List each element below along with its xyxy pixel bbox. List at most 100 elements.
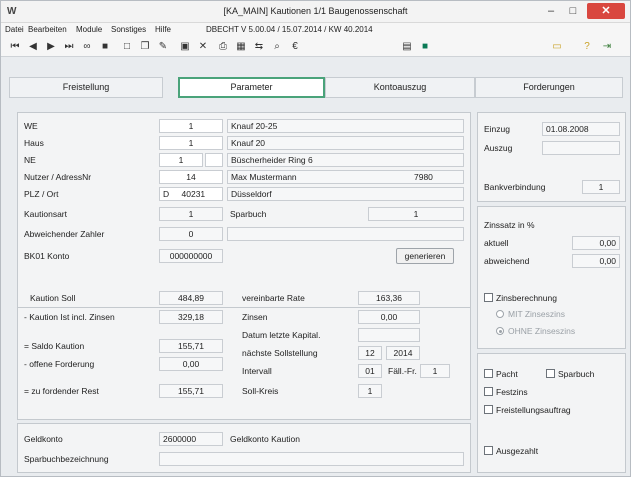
we-input[interactable]: 1 — [159, 119, 223, 133]
merge-icon[interactable]: ⇆ — [251, 39, 267, 55]
haus-input[interactable]: 1 — [159, 136, 223, 150]
offene-value: 0,00 — [159, 357, 223, 371]
abw-zahler-text — [227, 227, 464, 241]
geldkonto-text: Geldkonto Kaution — [230, 434, 300, 444]
close-button[interactable]: ✕ — [587, 3, 625, 19]
haus-label: Haus — [24, 138, 44, 148]
zinsen-value: 0,00 — [358, 310, 420, 324]
festzins-checkbox[interactable] — [484, 387, 493, 396]
delete-icon[interactable]: ✕ — [195, 39, 211, 55]
ausgezahlt-label: Ausgezahlt — [496, 446, 539, 456]
pacht-checkbox[interactable] — [484, 369, 493, 378]
abw-zahler-input[interactable]: 0 — [159, 227, 223, 241]
intervall-value[interactable]: 01 — [358, 364, 382, 378]
we-text: Knauf 20-25 — [227, 119, 464, 133]
search-icon[interactable]: ⌕ — [269, 39, 285, 55]
tab-bar: Freistellung Parameter Kontoauszug Forde… — [5, 77, 627, 99]
toolbar: ⏮ ◀ ▶ ⏭ ∞ ■ □ ❐ ✎ ▣ ✕ ⎙ ▦ ⇆ ⌕ € ▤ ■ ▭ ? … — [1, 37, 630, 57]
saldo-value: 155,71 — [159, 339, 223, 353]
ohne-zinseszins-radio[interactable] — [496, 327, 504, 335]
copy-doc-icon[interactable]: ❐ — [137, 39, 153, 55]
faell-value[interactable]: 1 — [420, 364, 450, 378]
naechste-month[interactable]: 12 — [358, 346, 382, 360]
ne-label: NE — [24, 155, 36, 165]
menu-module[interactable]: Module — [76, 25, 102, 34]
einzug-value[interactable]: 01.08.2008 — [542, 122, 620, 136]
kautionsart-input[interactable]: 1 — [159, 207, 223, 221]
soll-kreis-value[interactable]: 1 — [358, 384, 382, 398]
aktuell-label: aktuell — [484, 238, 509, 248]
zinsberechnung-checkbox[interactable] — [484, 293, 493, 302]
table-icon[interactable]: ▦ — [233, 39, 249, 55]
ne-input[interactable]: 1 — [159, 153, 203, 167]
mit-zinseszins-label: MIT Zinseszins — [508, 309, 565, 319]
abw-zahler-label: Abweichender Zahler — [24, 229, 105, 239]
geldkonto-input[interactable]: 2600000 — [159, 432, 223, 446]
rest-value: 155,71 — [159, 384, 223, 398]
tab-parameter[interactable]: Parameter — [178, 77, 325, 98]
plz-input[interactable]: D 40231 — [159, 187, 223, 201]
menu-sonstiges[interactable]: Sonstiges — [111, 25, 146, 34]
stammdaten-panel: WE 1 Knauf 20-25 Haus 1 Knauf 20 NE 1 Bü… — [17, 112, 471, 308]
kautionsart-text: Sparbuch — [230, 209, 267, 219]
help-icon[interactable]: ? — [579, 39, 595, 55]
sparbuch-checkbox[interactable] — [546, 369, 555, 378]
zinssatz-panel: Zinssatz in % aktuell 0,00 abweichend 0,… — [477, 206, 626, 349]
kaution-ist-value: 329,18 — [159, 310, 223, 324]
datum-kapital-value — [358, 328, 420, 342]
einzug-label: Einzug — [484, 124, 510, 134]
minimize-button[interactable]: – — [541, 3, 561, 19]
sparbuch-option-label: Sparbuch — [558, 369, 595, 379]
menu-bar: Datei Bearbeiten Module Sonstiges Hilfe … — [1, 23, 630, 37]
new-doc-icon[interactable]: □ — [119, 39, 135, 55]
einzug-panel: Einzug 01.08.2008 Auszug Bankverbindung … — [477, 112, 626, 202]
ne-sub-input[interactable] — [205, 153, 223, 167]
ausgezahlt-checkbox[interactable] — [484, 446, 493, 455]
menu-bearbeiten[interactable]: Bearbeiten — [28, 25, 67, 34]
calculator-icon[interactable]: ▤ — [399, 39, 415, 55]
auszug-value[interactable] — [542, 141, 620, 155]
window-title: [KA_MAIN] Kautionen 1/1 Baugenossenschaf… — [223, 6, 408, 16]
next-record-icon[interactable]: ▶ — [43, 39, 59, 55]
bankverbindung-value[interactable]: 1 — [582, 180, 620, 194]
save-icon[interactable]: ▣ — [177, 39, 193, 55]
prev-record-icon[interactable]: ◀ — [25, 39, 41, 55]
generieren-button[interactable]: generieren — [396, 248, 454, 264]
intervall-label: Intervall — [242, 366, 272, 376]
bk01-input[interactable]: 000000000 — [159, 249, 223, 263]
rate-value[interactable]: 163,36 — [358, 291, 420, 305]
naechste-year[interactable]: 2014 — [386, 346, 420, 360]
first-record-icon[interactable]: ⏮ — [7, 39, 23, 55]
zinssatz-title: Zinssatz in % — [484, 220, 535, 230]
menu-datei[interactable]: Datei — [5, 25, 24, 34]
edit-doc-icon[interactable]: ✎ — [155, 39, 171, 55]
last-record-icon[interactable]: ⏭ — [61, 39, 77, 55]
maximize-button[interactable]: □ — [563, 3, 583, 19]
record-icon[interactable]: ■ — [417, 39, 433, 55]
abweichend-value[interactable]: 0,00 — [572, 254, 620, 268]
rate-label: vereinbarte Rate — [242, 293, 305, 303]
auszug-label: Auszug — [484, 143, 513, 153]
offene-label: - offene Forderung — [24, 359, 95, 369]
geldkonto-panel: Geldkonto 2600000 Geldkonto Kaution Spar… — [17, 423, 471, 473]
zinsen-label: Zinsen — [242, 312, 268, 322]
exit-icon[interactable]: ⇥ — [599, 39, 615, 55]
freistellungsauftrag-checkbox[interactable] — [484, 405, 493, 414]
adressnr-value: 7980 — [414, 172, 433, 182]
sparbuch-input[interactable] — [159, 452, 464, 466]
binoculars-icon[interactable]: ∞ — [79, 39, 95, 55]
plz-value: 40231 — [181, 189, 206, 199]
nutzer-input[interactable]: 14 — [159, 170, 223, 184]
menu-hilfe[interactable]: Hilfe — [155, 25, 171, 34]
folder-icon[interactable]: ▭ — [549, 39, 565, 55]
euro-icon[interactable]: € — [287, 39, 303, 55]
grid-icon[interactable]: ■ — [97, 39, 113, 55]
tab-forderungen[interactable]: Forderungen — [475, 77, 623, 98]
tab-kontoauszug[interactable]: Kontoauszug — [325, 77, 475, 98]
mit-zinseszins-radio[interactable] — [496, 310, 504, 318]
ohne-zinseszins-label: OHNE Zinseszins — [508, 326, 576, 336]
bk01-label: BK01 Konto — [24, 251, 70, 261]
app-window: W [KA_MAIN] Kautionen 1/1 Baugenossensch… — [0, 0, 631, 477]
tab-freistellung[interactable]: Freistellung — [9, 77, 163, 98]
print-icon[interactable]: ⎙ — [215, 39, 231, 55]
